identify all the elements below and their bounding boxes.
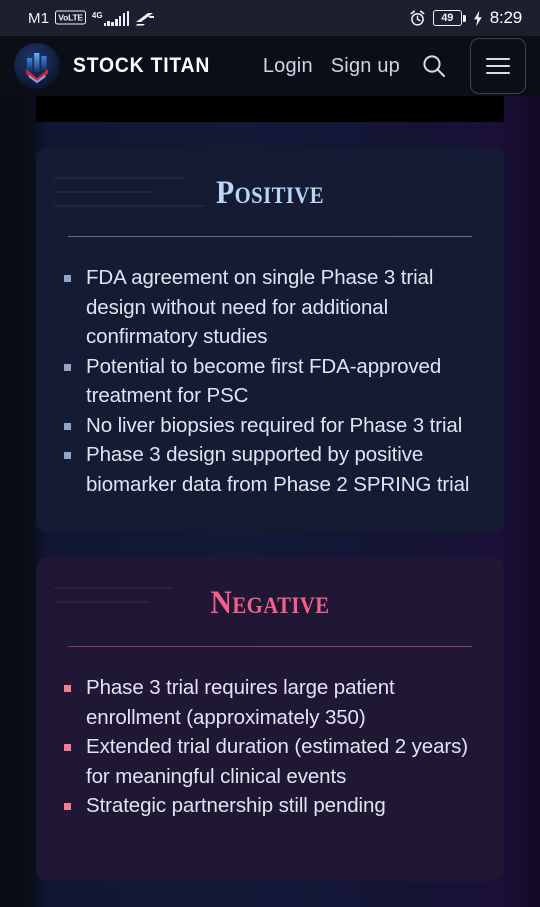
list-item: Potential to become first FDA-approved t… xyxy=(62,352,478,411)
list-item: Phase 3 trial requires large patient enr… xyxy=(62,673,478,732)
volte-badge: VoLTE xyxy=(55,10,86,25)
negative-card-title: Negative xyxy=(210,585,330,621)
carrier-label: M1 xyxy=(28,9,50,27)
header-actions: Login Sign up xyxy=(263,38,526,94)
clock-label: 8:29 xyxy=(489,8,522,27)
list-item: No liver biopsies required for Phase 3 t… xyxy=(62,411,478,441)
alarm-clock-icon xyxy=(409,9,426,27)
login-link[interactable]: Login xyxy=(263,55,313,78)
network-type-label: 4G xyxy=(91,11,103,20)
list-item: Extended trial duration (estimated 2 yea… xyxy=(62,732,478,791)
stock-titan-logo-icon xyxy=(14,43,60,89)
hamburger-menu-icon[interactable] xyxy=(470,38,526,94)
positive-points-list: FDA agreement on single Phase 3 trial de… xyxy=(62,263,478,499)
negative-points-list: Phase 3 trial requires large patient enr… xyxy=(62,673,478,821)
list-item: FDA agreement on single Phase 3 trial de… xyxy=(62,263,478,352)
status-bar-right: 49 8:29 xyxy=(409,8,522,28)
mobile-data-arrows-icon xyxy=(135,10,155,26)
site-header: STOCK TITAN Login Sign up xyxy=(0,36,540,96)
positive-card: Positive FDA agreement on single Phase 3… xyxy=(36,147,504,533)
battery-indicator: 49 xyxy=(432,10,466,26)
app-screen: M1 VoLTE 4G 49 8:29 STOCK TITAN Login Si… xyxy=(0,0,540,907)
negative-card: Negative Phase 3 trial requires large pa… xyxy=(36,557,504,881)
battery-level-label: 49 xyxy=(432,10,462,26)
positive-card-divider xyxy=(68,236,472,237)
signal-bars-icon: 4G xyxy=(91,10,130,26)
battery-tip xyxy=(463,14,466,22)
media-embed-placeholder xyxy=(36,96,504,122)
brand-name: STOCK TITAN xyxy=(73,54,211,77)
page-content: Positive FDA agreement on single Phase 3… xyxy=(0,96,540,881)
positive-card-title: Positive xyxy=(215,175,325,211)
brand-home-link[interactable]: STOCK TITAN xyxy=(14,43,222,89)
status-bar: M1 VoLTE 4G 49 8:29 xyxy=(0,0,540,36)
search-icon[interactable] xyxy=(418,50,450,82)
charging-bolt-icon xyxy=(473,10,483,27)
signup-link[interactable]: Sign up xyxy=(331,55,400,78)
status-bar-left: M1 VoLTE 4G xyxy=(28,10,155,27)
list-item: Strategic partnership still pending xyxy=(62,791,478,821)
list-item: Phase 3 design supported by positive bio… xyxy=(62,440,478,499)
negative-card-divider xyxy=(68,646,472,647)
